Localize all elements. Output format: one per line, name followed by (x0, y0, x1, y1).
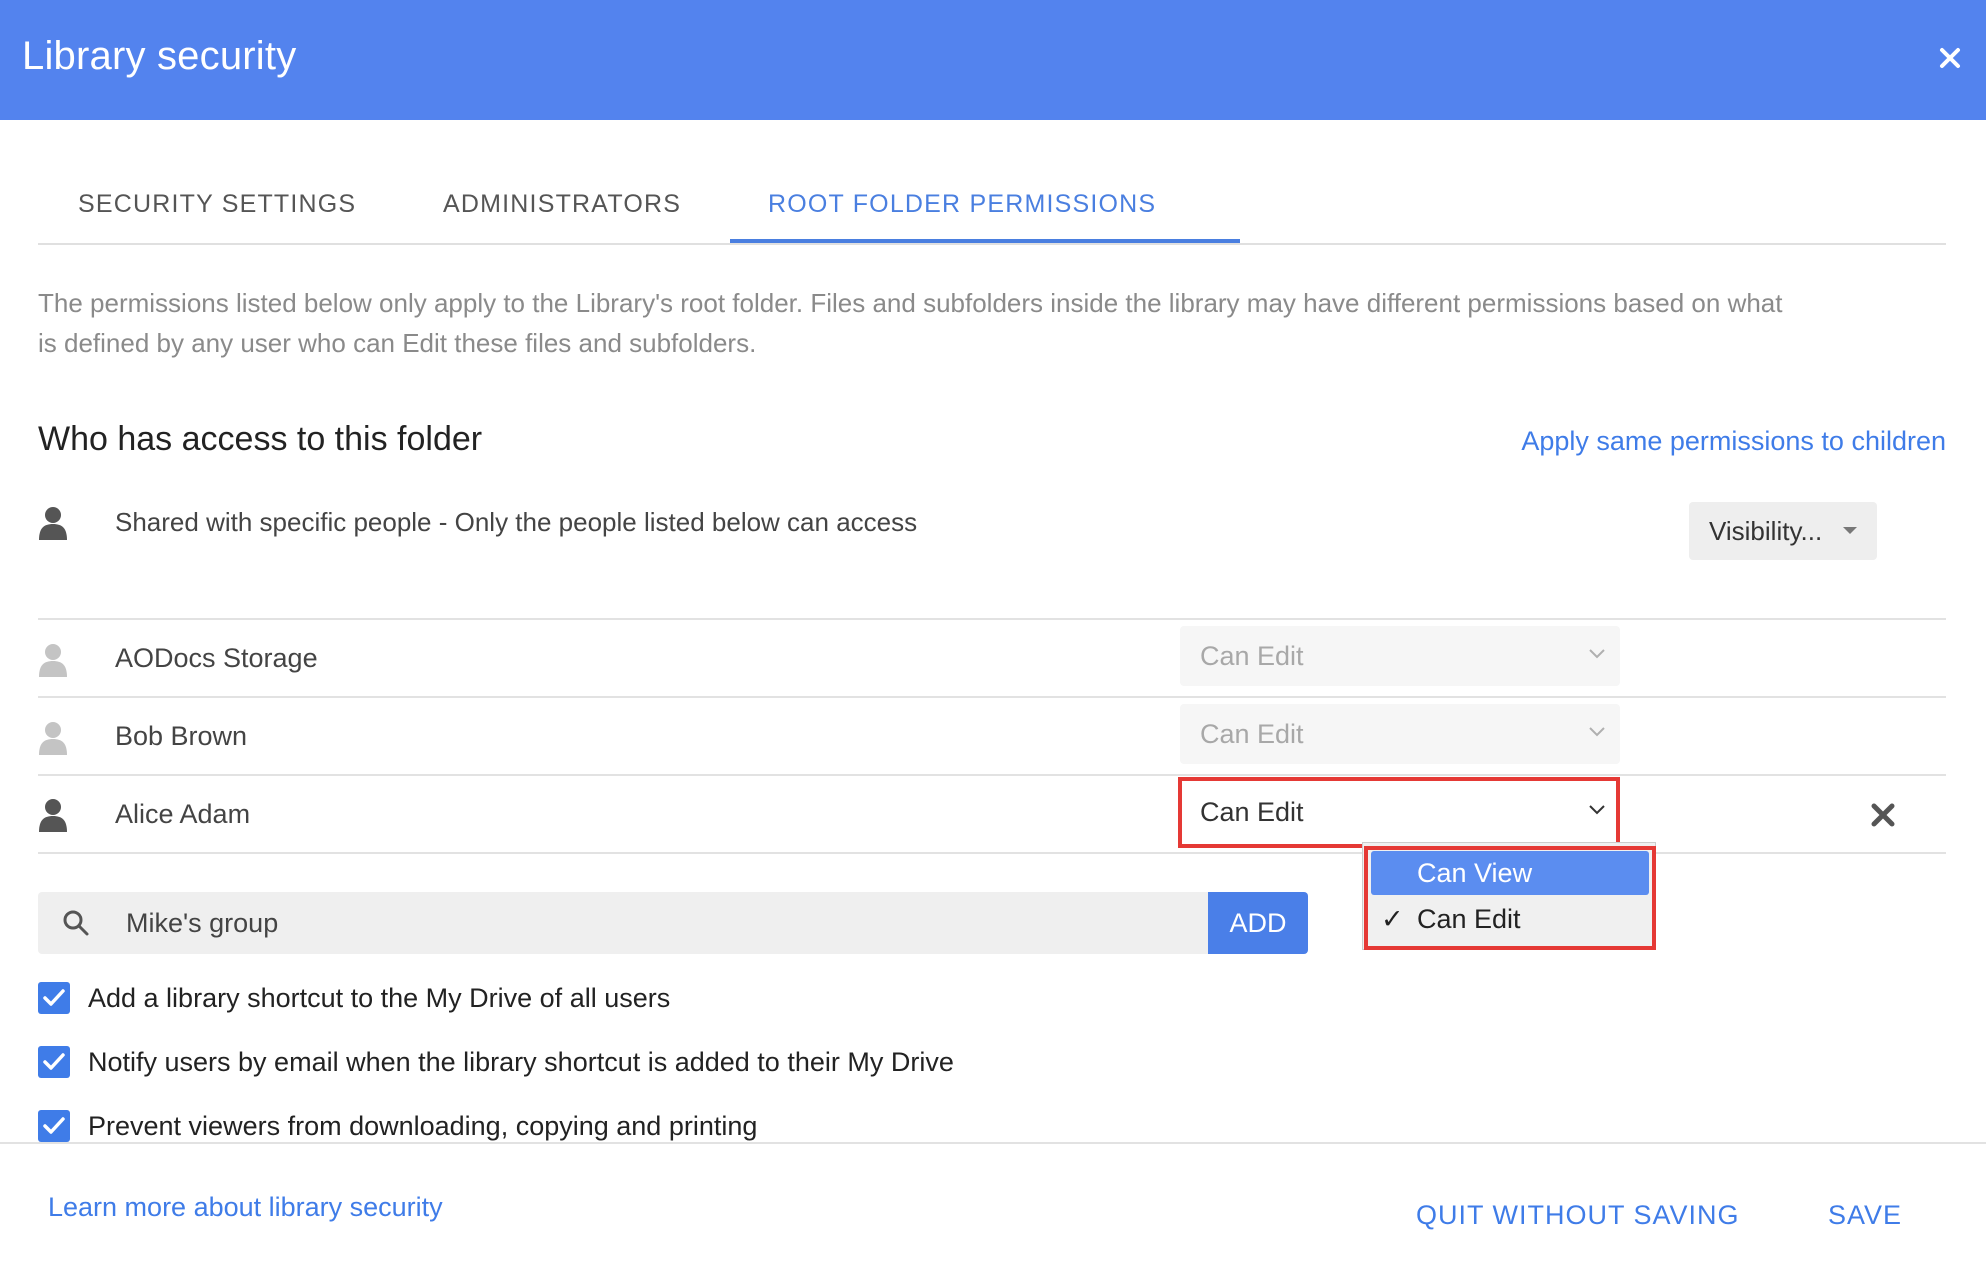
chevron-down-icon (1589, 649, 1605, 659)
remove-user-button[interactable] (1868, 800, 1898, 830)
add-user-input[interactable] (126, 892, 1186, 954)
tab-administrators[interactable]: ADMINISTRATORS (443, 190, 681, 219)
divider (38, 852, 1946, 854)
user-name-bob-brown: Bob Brown (115, 721, 248, 751)
notify-users-checkbox[interactable] (38, 1046, 70, 1078)
user-avatar-icon (39, 799, 67, 832)
checkmark-icon (43, 989, 65, 1006)
user-name-aodocs-storage: AODocs Storage (115, 643, 318, 673)
permission-select-aodocs-storage: Can Edit (1180, 626, 1620, 686)
dropdown-option-can-view[interactable]: Can View (1371, 851, 1649, 895)
option-prevent-downloading: Prevent viewers from downloading, copyin… (38, 1109, 757, 1143)
permission-dropdown-menu: Can View ✓ Can Edit (1362, 842, 1656, 950)
option-label: Can Edit (1417, 904, 1521, 934)
dialog-title: Library security (22, 34, 297, 78)
visibility-dropdown-button[interactable]: Visibility... (1689, 502, 1877, 560)
person-icon (39, 507, 67, 540)
user-name-alice-adam: Alice Adam (115, 799, 251, 829)
save-button[interactable]: SAVE (1828, 1200, 1902, 1231)
permission-value: Can Edit (1200, 719, 1304, 749)
option-label: Notify users by email when the library s… (88, 1046, 954, 1077)
divider (38, 696, 1946, 698)
option-notify-users: Notify users by email when the library s… (38, 1045, 954, 1079)
footer-divider (0, 1142, 1986, 1144)
option-label: Can View (1417, 858, 1533, 888)
divider (38, 618, 1946, 620)
active-tab-indicator (730, 239, 1240, 243)
permission-select-bob-brown: Can Edit (1180, 704, 1620, 764)
permissions-description: The permissions listed below only apply … (38, 288, 1783, 358)
add-button[interactable]: ADD (1208, 892, 1308, 954)
checkmark-icon (43, 1117, 65, 1134)
close-icon (1940, 48, 1960, 68)
divider (38, 774, 1946, 776)
chevron-down-icon (1589, 727, 1605, 737)
permission-value: Can Edit (1200, 641, 1304, 671)
prevent-downloading-checkbox[interactable] (38, 1110, 70, 1142)
quit-without-saving-button[interactable]: QUIT WITHOUT SAVING (1416, 1200, 1740, 1231)
caret-down-icon (1843, 527, 1857, 534)
apply-permissions-to-children-link[interactable]: Apply same permissions to children (1504, 426, 1946, 457)
checkmark-icon: ✓ (1381, 904, 1404, 934)
tab-security-settings[interactable]: SECURITY SETTINGS (78, 190, 356, 219)
user-avatar-icon (39, 722, 67, 755)
permission-select-alice-adam[interactable]: Can Edit (1180, 782, 1620, 842)
user-avatar-icon (39, 644, 67, 677)
sharing-mode-description: Shared with specific people - Only the p… (115, 507, 918, 537)
visibility-label: Visibility... (1709, 515, 1823, 546)
chevron-down-icon (1589, 805, 1605, 815)
tab-root-folder-permissions[interactable]: ROOT FOLDER PERMISSIONS (768, 190, 1156, 219)
learn-more-link[interactable]: Learn more about library security (48, 1192, 443, 1223)
dialog-header: Library security (0, 0, 1986, 120)
dropdown-option-can-edit[interactable]: ✓ Can Edit (1371, 897, 1649, 941)
option-label: Prevent viewers from downloading, copyin… (88, 1110, 758, 1141)
access-section-title: Who has access to this folder (38, 420, 483, 458)
tab-bar: SECURITY SETTINGS ADMINISTRATORS ROOT FO… (38, 160, 1946, 245)
option-label: Add a library shortcut to the My Drive o… (88, 982, 671, 1013)
search-icon (63, 910, 89, 936)
option-add-shortcut: Add a library shortcut to the My Drive o… (38, 981, 670, 1015)
add-user-bar (38, 892, 1208, 954)
permission-value: Can Edit (1200, 797, 1304, 827)
add-shortcut-checkbox[interactable] (38, 982, 70, 1014)
checkmark-icon (43, 1053, 65, 1070)
remove-icon (1871, 803, 1895, 827)
close-button[interactable] (1928, 36, 1972, 80)
